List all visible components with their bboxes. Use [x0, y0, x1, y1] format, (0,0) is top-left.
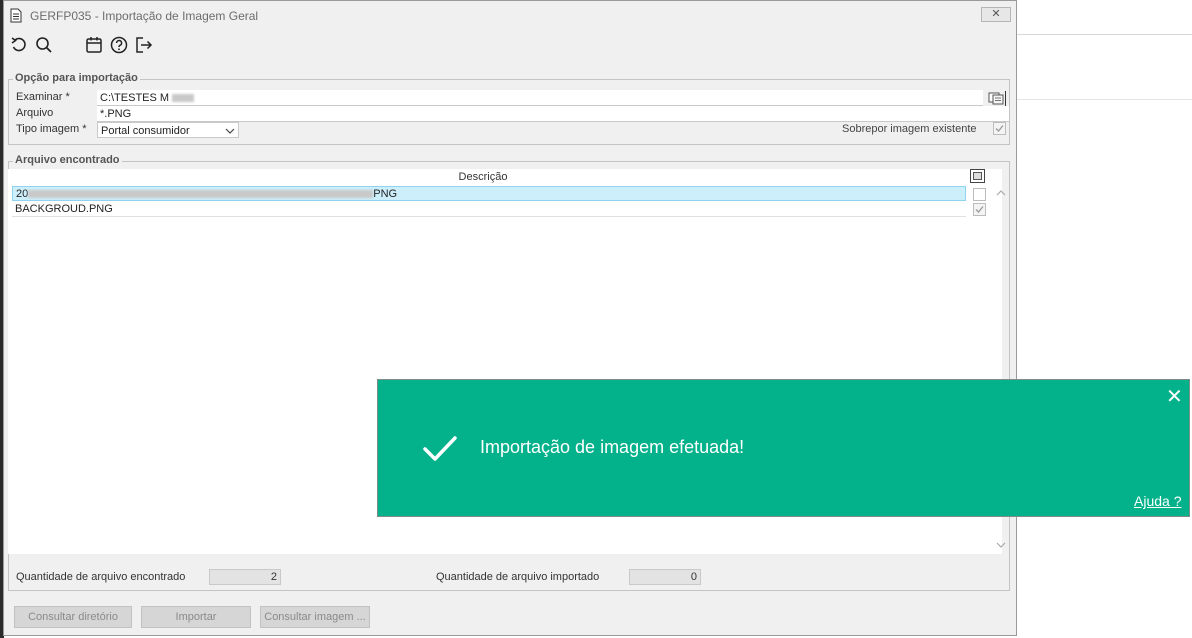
success-toast: Importação de imagem efetuada! ✕ Ajuda ?	[377, 379, 1190, 517]
file-name-prefix: 20	[16, 188, 29, 200]
import-options-group: Opção para importação Examinar * C:\TEST…	[8, 72, 1010, 145]
examinar-label: Examinar *	[16, 91, 70, 103]
background-divider	[1017, 34, 1192, 35]
arquivo-label: Arquivo	[16, 107, 54, 119]
checkmark-icon	[995, 125, 1004, 132]
sobrepor-checkbox[interactable]	[993, 122, 1006, 135]
window-title: GERFP035 - Importação de Imagem Geral	[30, 9, 259, 23]
chevron-down-icon	[225, 128, 235, 134]
imported-quantity-value: 0	[629, 569, 701, 585]
scroll-up-icon[interactable]	[996, 189, 1006, 197]
window-close-button[interactable]: ✕	[981, 7, 1011, 22]
tipo-imagem-label: Tipo imagem *	[16, 123, 87, 135]
redacted-text	[172, 94, 195, 103]
checkmark-icon	[975, 206, 984, 213]
import-options-legend: Opção para importação	[13, 72, 140, 84]
imported-quantity-label: Quantidade de arquivo importado	[436, 571, 600, 583]
scroll-down-icon[interactable]	[996, 541, 1006, 549]
undo-icon[interactable]	[9, 35, 29, 55]
tipo-imagem-value: Portal consumidor	[101, 125, 190, 137]
column-header-descricao[interactable]: Descrição	[8, 170, 958, 185]
background-divider	[1017, 99, 1192, 100]
redacted-text	[28, 190, 374, 199]
sobrepor-label: Sobrepor imagem existente	[842, 123, 977, 135]
toast-message: Importação de imagem efetuada!	[480, 437, 745, 457]
check-icon	[423, 436, 457, 461]
arquivo-value: *.PNG	[100, 108, 132, 120]
consultar-imagem-button[interactable]: Consultar imagem ...	[260, 606, 370, 628]
close-icon: ✕	[991, 8, 1001, 20]
search-icon[interactable]	[34, 35, 54, 55]
row-checkbox[interactable]	[973, 203, 986, 216]
calendar-icon[interactable]	[84, 35, 104, 55]
help-icon[interactable]	[109, 35, 129, 55]
help-link[interactable]: Ajuda ?	[1134, 493, 1181, 509]
exit-icon[interactable]	[134, 35, 154, 55]
close-icon[interactable]: ✕	[1166, 386, 1183, 408]
table-row[interactable]: 20 PNG	[12, 186, 966, 201]
importar-button[interactable]: Importar	[141, 606, 251, 628]
found-quantity-value: 2	[209, 569, 281, 585]
table-row[interactable]: BACKGROUD.PNG	[12, 202, 966, 217]
found-quantity-label: Quantidade de arquivo encontrado	[16, 571, 186, 583]
browse-folder-icon[interactable]	[987, 90, 1007, 106]
file-name: BACKGROUD.PNG	[15, 203, 113, 215]
consultar-diretorio-button[interactable]: Consultar diretório	[14, 606, 132, 628]
document-icon	[10, 8, 22, 23]
file-name-suffix: PNG	[373, 188, 398, 200]
title-bar: GERFP035 - Importação de Imagem Geral ✕	[4, 1, 1016, 31]
row-checkbox[interactable]	[973, 188, 986, 201]
toolbar	[4, 31, 1016, 59]
files-found-legend: Arquivo encontrado	[13, 154, 122, 166]
tipo-imagem-select[interactable]: Portal consumidor	[97, 122, 239, 138]
select-all-checkbox[interactable]	[970, 169, 985, 183]
arquivo-field[interactable]: *.PNG	[97, 106, 1009, 122]
examinar-value: C:\TESTES M	[100, 92, 170, 104]
examinar-field[interactable]: C:\TESTES M	[97, 90, 983, 106]
import-window: GERFP035 - Importação de Imagem Geral ✕	[3, 0, 1017, 636]
